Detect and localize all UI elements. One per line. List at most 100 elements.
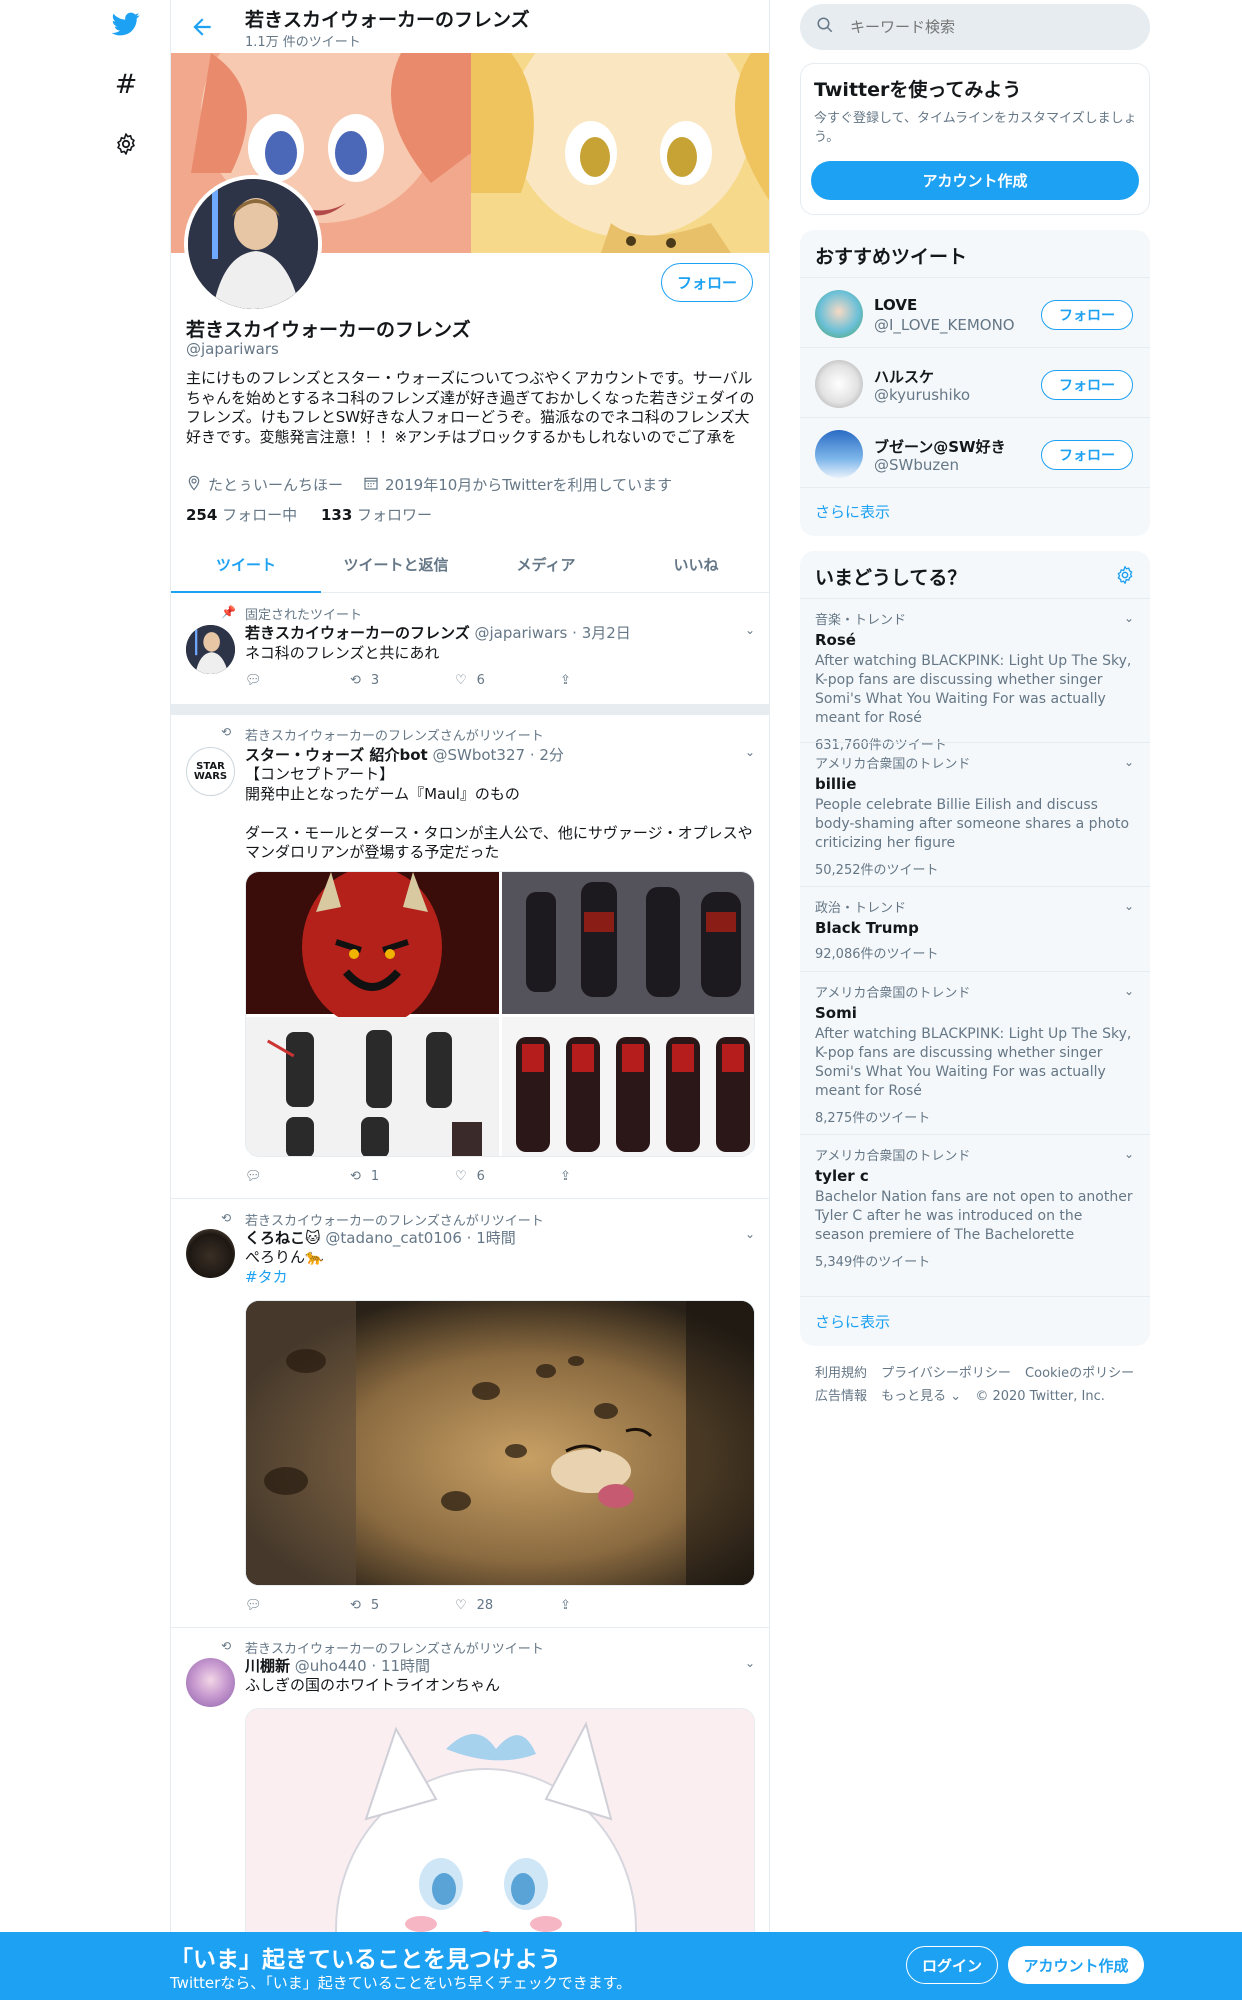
trends-more-link[interactable]: さらに表示	[815, 1311, 890, 1332]
tweet-time[interactable]: 1時間	[476, 1229, 516, 1247]
share-button[interactable]: ⇪	[560, 673, 665, 688]
profile-follow-button[interactable]: フォロー	[661, 263, 753, 302]
tweet-time[interactable]: 2分	[539, 746, 564, 764]
tweet-time[interactable]: 11時間	[381, 1657, 430, 1675]
recommend-more-link[interactable]: さらに表示	[815, 501, 890, 522]
retweet-button[interactable]: ⟲ 1	[350, 1169, 455, 1184]
user-avatar[interactable]	[815, 290, 863, 338]
chevron-down-icon[interactable]: ⌄	[745, 745, 755, 759]
tweet-author-name[interactable]: スター・ウォーズ 紹介bot	[245, 746, 428, 764]
following-count: 254	[186, 506, 218, 524]
tweet-time[interactable]: 3月2日	[582, 624, 631, 642]
retweet-button[interactable]: ⟲ 3	[350, 673, 455, 688]
trends-box: いまどうしてる？ 音楽・トレンド Rosé After watching BLA…	[800, 551, 1150, 1346]
reply-icon: 💬︎	[245, 1169, 262, 1184]
share-button[interactable]: ⇪	[560, 1598, 665, 1613]
gear-icon[interactable]	[112, 130, 140, 158]
tweet-media-photo[interactable]	[245, 1300, 755, 1586]
tweet-media-grid[interactable]	[245, 871, 755, 1157]
footer-link-terms[interactable]: 利用規約	[815, 1366, 867, 1381]
signup-box-button[interactable]: アカウント作成	[811, 161, 1139, 200]
tab-media[interactable]: メディア	[471, 536, 621, 592]
back-arrow-icon[interactable]	[189, 14, 215, 40]
follow-button[interactable]: フォロー	[1041, 440, 1133, 470]
profile-counts: 254 フォロー中 133 フォロワー	[186, 504, 432, 525]
trends-title: いまどうしてる？	[815, 567, 967, 589]
tweet-context: 若きスカイウォーカーのフレンズさんがリツイート	[245, 729, 544, 744]
like-count: 28	[476, 1598, 494, 1613]
reply-button[interactable]: 💬︎	[245, 673, 350, 688]
recommend-user[interactable]: ハルスケ @kyurushiko フォロー	[800, 347, 1150, 417]
hashtag-icon[interactable]: #	[112, 69, 140, 100]
tweet-hashtag-link[interactable]: #タカ	[245, 1268, 755, 1288]
profile-avatar[interactable]	[184, 175, 322, 313]
footer-link-ads[interactable]: 広告情報	[815, 1389, 867, 1404]
tweet-author-name[interactable]: 若きスカイウォーカーのフレンズ	[245, 624, 470, 642]
tweet-item[interactable]: ⟲ 若きスカイウォーカーのフレンズさんがリツイート STAR WARS スター・ウ…	[171, 715, 769, 1199]
trend-item[interactable]: 音楽・トレンド Rosé After watching BLACKPINK: L…	[800, 598, 1150, 753]
following-link[interactable]: 254 フォロー中	[186, 506, 297, 524]
tweet-author-handle[interactable]: @SWbot327	[432, 746, 525, 764]
recommend-user[interactable]: LOVE @I_LOVE_KEMONO フォロー	[800, 277, 1150, 347]
chevron-down-icon[interactable]: ⌄	[1124, 1147, 1134, 1161]
tweet-pinned[interactable]: 📌 固定されたツイート 若きスカイウォーカーのフレンズ @japariwars …	[171, 593, 769, 705]
followers-link[interactable]: 133 フォロワー	[321, 506, 432, 524]
tweet-author-name[interactable]: くろねこ🐱	[245, 1229, 321, 1247]
trend-item[interactable]: アメリカ合衆国のトレンド Somi After watching BLACKPI…	[800, 971, 1150, 1134]
trend-item[interactable]: アメリカ合衆国のトレンド tyler c Bachelor Nation fan…	[800, 1134, 1150, 1278]
trend-item[interactable]: アメリカ合衆国のトレンド billie People celebrate Bil…	[800, 742, 1150, 886]
reply-button[interactable]: 💬︎	[245, 1598, 350, 1613]
chevron-down-icon[interactable]: ⌄	[1124, 899, 1134, 913]
footer-link-more[interactable]: もっと見る ⌄	[881, 1389, 961, 1404]
chevron-down-icon[interactable]: ⌄	[1124, 611, 1134, 625]
footer-copyright: © 2020 Twitter, Inc.	[975, 1389, 1105, 1404]
signup-button[interactable]: アカウント作成	[1008, 1946, 1144, 1984]
starwars-logo-avatar[interactable]: STAR WARS	[186, 747, 235, 796]
user-avatar[interactable]	[815, 360, 863, 408]
tweet-avatar[interactable]	[186, 1229, 235, 1278]
tab-tweets-replies[interactable]: ツイートと返信	[321, 536, 471, 592]
follow-button[interactable]: フォロー	[1041, 370, 1133, 400]
tweet-author-name[interactable]: 川棚新	[245, 1657, 290, 1675]
chevron-down-icon[interactable]: ⌄	[745, 1656, 755, 1670]
header-tweet-count: 1.1万 件のツイート	[245, 35, 361, 50]
footer-link-privacy[interactable]: プライバシーポリシー	[881, 1366, 1011, 1381]
footer-link-cookies[interactable]: Cookieのポリシー	[1025, 1366, 1134, 1381]
follow-button[interactable]: フォロー	[1041, 300, 1133, 330]
login-button[interactable]: ログイン	[906, 1946, 998, 1984]
tweet-author-handle[interactable]: @tadano_cat0106	[325, 1229, 461, 1247]
recommend-title: おすすめツイート	[815, 246, 968, 268]
trend-item[interactable]: 政治・トレンド Black Trump 92,086件のツイート ⌄	[800, 886, 1150, 971]
twitter-bird-icon[interactable]	[112, 10, 140, 38]
chevron-down-icon[interactable]: ⌄	[1124, 984, 1134, 998]
tab-likes[interactable]: いいね	[621, 536, 769, 592]
tweet-avatar[interactable]	[186, 625, 235, 674]
tweet-item[interactable]: ⟲ 若きスカイウォーカーのフレンズさんがリツイート くろねこ🐱 @tadano_…	[171, 1199, 769, 1628]
tab-tweets[interactable]: ツイート	[171, 536, 321, 593]
pin-icon: 📌	[221, 605, 236, 619]
trend-desc: After watching BLACKPINK: Light Up The S…	[815, 653, 1132, 726]
tweet-author-handle[interactable]: @uho440	[295, 1657, 367, 1675]
chevron-down-icon[interactable]: ⌄	[1124, 755, 1134, 769]
trend-name: Somi	[815, 1004, 857, 1022]
retweet-button[interactable]: ⟲ 5	[350, 1598, 455, 1613]
trend-name: tyler c	[815, 1167, 869, 1185]
reply-button[interactable]: 💬︎	[245, 1169, 350, 1184]
like-button[interactable]: ♡ 6	[455, 673, 560, 688]
tweet-avatar[interactable]	[186, 1658, 235, 1707]
chevron-down-icon[interactable]: ⌄	[745, 1227, 755, 1241]
like-button[interactable]: ♡ 6	[455, 1169, 560, 1184]
share-button[interactable]: ⇪	[560, 1169, 665, 1184]
trend-meta: 音楽・トレンド	[815, 613, 907, 628]
tweet-actions: 💬︎ ⟲ 5 ♡ 28 ⇪	[245, 1598, 665, 1613]
like-button[interactable]: ♡ 28	[455, 1598, 560, 1613]
trend-meta: 政治・トレンド	[815, 901, 907, 916]
trends-settings-gear-icon[interactable]	[1115, 565, 1135, 589]
chevron-down-icon[interactable]: ⌄	[745, 623, 755, 637]
user-avatar[interactable]	[815, 430, 863, 478]
search-bar[interactable]	[800, 4, 1150, 50]
search-input[interactable]	[850, 18, 1100, 36]
tweet-author-handle[interactable]: @japariwars	[474, 624, 567, 642]
recommend-user[interactable]: ブゼーン@SW好き @SWbuzen フォロー	[800, 417, 1150, 487]
retweet-count: 5	[370, 1598, 380, 1613]
